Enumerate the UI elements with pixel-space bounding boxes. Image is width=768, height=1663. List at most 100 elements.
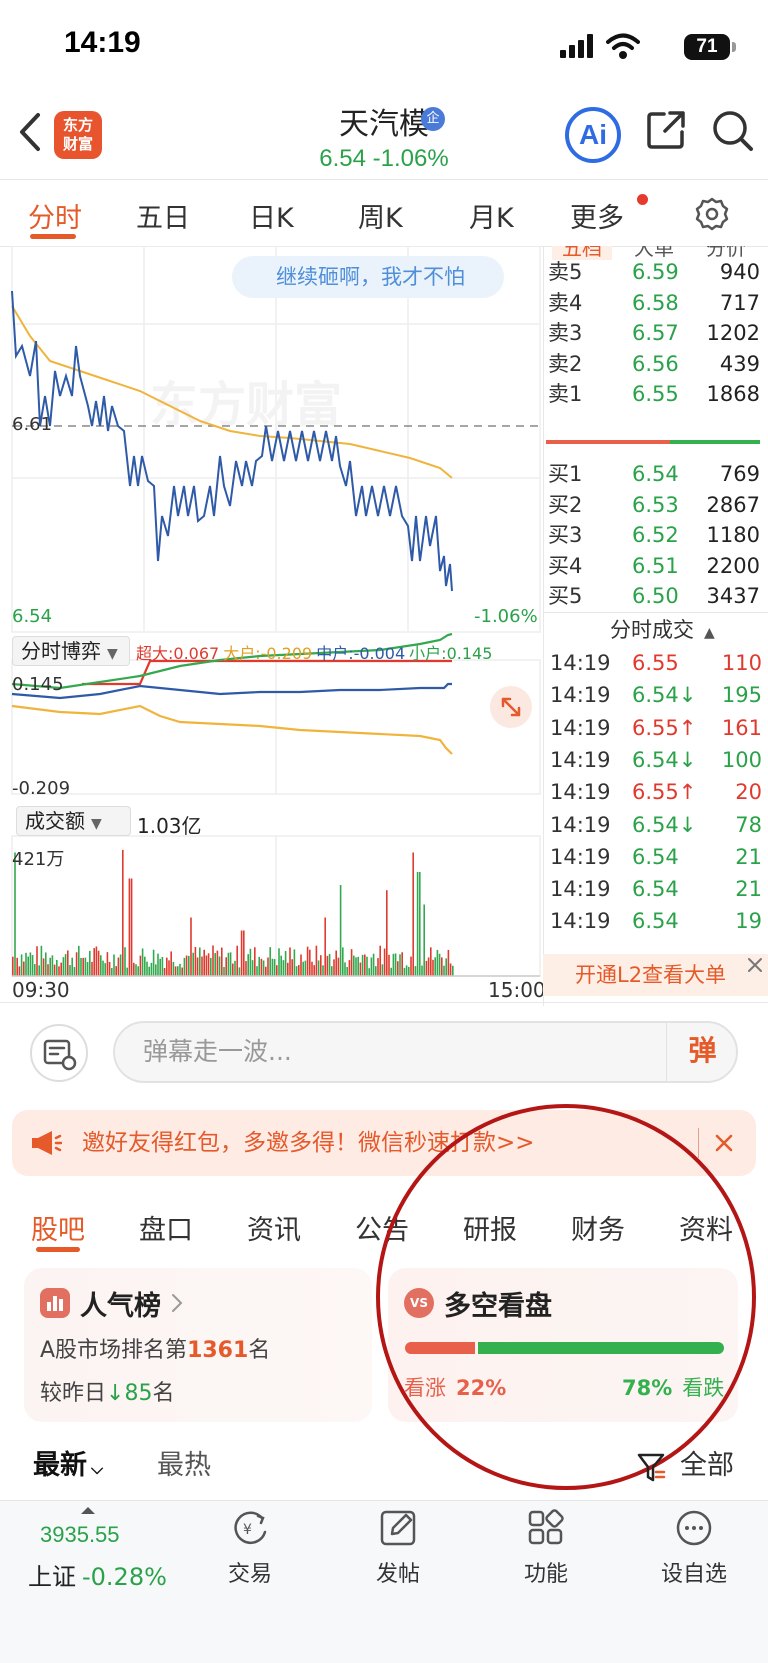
trade-row[interactable]: 14:19 6.54 19 <box>546 904 766 938</box>
functions-icon[interactable] <box>526 1508 566 1548</box>
volume-bar <box>113 954 115 976</box>
sell-row[interactable]: 卖5 6.59 940 <box>546 256 766 288</box>
ai-button[interactable]: Ai <box>565 107 621 163</box>
trade-row[interactable]: 14:19 6.55↑ 161 <box>546 711 766 745</box>
buy-level-label: 买4 <box>548 553 583 578</box>
gear-icon[interactable] <box>694 196 730 232</box>
volume-bar <box>337 957 340 976</box>
volume-bar <box>289 947 291 976</box>
volume-bar <box>139 955 142 976</box>
trades-title[interactable]: 分时成交 ▲ <box>610 614 715 644</box>
more-icon[interactable] <box>674 1508 714 1548</box>
volume-bar <box>441 957 443 976</box>
sell-row[interactable]: 卖4 6.58 717 <box>546 287 766 319</box>
volume-selector[interactable]: 成交额 ▼ <box>16 806 131 836</box>
nav-add-watchlist[interactable]: 设自选 <box>634 1556 754 1588</box>
volume-bar <box>278 948 280 976</box>
buy-row[interactable]: 买1 6.54 769 <box>546 458 766 490</box>
search-icon[interactable] <box>712 110 754 152</box>
tab-weekly-k[interactable]: 周K <box>358 196 403 235</box>
volume-bar <box>425 960 428 976</box>
danmu-input[interactable]: 弹幕走一波... <box>113 1021 738 1083</box>
volume-bar <box>49 957 51 976</box>
danmu-send-button[interactable]: 弹 <box>666 1021 738 1083</box>
trade-row[interactable]: 14:19 6.55↑ 20 <box>546 775 766 809</box>
buy-row[interactable]: 买3 6.52 1180 <box>546 519 766 551</box>
volume-bar <box>302 961 304 976</box>
nav-functions[interactable]: 功能 <box>486 1556 606 1588</box>
volume-bar <box>254 947 256 976</box>
volume-bar <box>69 965 71 976</box>
game-selector[interactable]: 分时博弈 ▼ <box>12 636 130 666</box>
volume-bar <box>82 957 84 976</box>
volume-bar <box>313 965 315 976</box>
super-large-value: 超大:0.067 <box>136 644 220 663</box>
buy-row[interactable]: 买4 6.51 2200 <box>546 550 766 582</box>
index-value[interactable]: 3935.55 <box>40 1522 120 1548</box>
trade-volume: 21 <box>735 844 762 869</box>
sell-row[interactable]: 卖3 6.57 1202 <box>546 317 766 349</box>
trade-volume: 78 <box>735 812 762 837</box>
tab-news[interactable]: 资讯 <box>247 1208 301 1247</box>
sell-row[interactable]: 卖1 6.55 1868 <box>546 378 766 410</box>
tab-guba[interactable]: 股吧 <box>31 1208 85 1247</box>
volume-bar <box>353 955 355 976</box>
tab-daily-k[interactable]: 日K <box>249 196 294 235</box>
nav-post[interactable]: 发帖 <box>338 1556 458 1588</box>
intraday-chart[interactable]: 东方财富 <box>0 246 545 1002</box>
nav-trade[interactable]: 交易 <box>190 1556 310 1588</box>
volume-bar <box>168 960 170 976</box>
volume-bar <box>56 959 58 976</box>
trade-row[interactable]: 14:19 6.54 21 <box>546 872 766 906</box>
sell-level-label: 卖3 <box>548 321 583 345</box>
volume-bar <box>243 930 245 976</box>
trade-volume: 20 <box>735 780 762 805</box>
tab-monthly-k[interactable]: 月K <box>469 196 514 235</box>
trade-row[interactable]: 14:19 6.54↓ 195 <box>546 678 766 712</box>
notification-dot <box>637 194 648 205</box>
trade-row[interactable]: 14:19 6.54↓ 78 <box>546 808 766 842</box>
filter-icon[interactable] <box>636 1452 666 1484</box>
sort-latest[interactable]: 最新 ⌵ <box>33 1443 103 1482</box>
volume-bar <box>324 917 326 976</box>
post-icon[interactable] <box>378 1508 418 1548</box>
tab-more[interactable]: 更多 <box>570 196 624 235</box>
volume-bar <box>152 949 155 976</box>
big-value: 大户:-0.209 <box>223 644 313 663</box>
buy-row[interactable]: 买2 6.53 2867 <box>546 489 766 521</box>
tab-intraday[interactable]: 分时 <box>28 196 82 235</box>
comment-bubble[interactable]: 继续砸啊，我才不怕 <box>232 256 504 298</box>
index-name-pct[interactable]: 上证 -0.28% <box>28 1557 167 1592</box>
close-icon[interactable] <box>746 956 764 974</box>
sell-price: 6.59 <box>632 260 679 284</box>
volume-bar <box>214 952 216 976</box>
danmu-settings-button[interactable] <box>30 1024 88 1082</box>
volume-bar <box>159 958 161 976</box>
tab-pankou[interactable]: 盘口 <box>139 1208 193 1247</box>
trade-row[interactable]: 14:19 6.55 110 <box>546 646 766 680</box>
trade-icon[interactable]: ¥ <box>230 1508 270 1548</box>
volume-bar <box>342 947 344 976</box>
wifi-icon <box>606 33 640 59</box>
game-top-value: 0.145 <box>12 674 64 695</box>
volume-bar <box>256 966 258 976</box>
buy-level-label: 买1 <box>548 462 583 486</box>
promo-close-icon[interactable] <box>714 1133 734 1153</box>
sell-row[interactable]: 卖2 6.56 439 <box>546 348 766 380</box>
time-end: 15:00 <box>488 978 546 1002</box>
share-icon[interactable] <box>646 110 686 150</box>
volume-bar <box>359 962 362 976</box>
expand-button[interactable] <box>490 686 532 728</box>
filter-all[interactable]: 全部 <box>680 1443 734 1482</box>
volume-bar <box>183 957 186 976</box>
tab-five-day[interactable]: 五日 <box>136 196 190 235</box>
l2-upgrade-banner[interactable]: 开通L2查看大单 <box>543 954 768 996</box>
volume-bar <box>309 949 311 976</box>
trade-row[interactable]: 14:19 6.54↓ 100 <box>546 743 766 777</box>
sort-hot[interactable]: 最热 <box>157 1443 211 1482</box>
chevron-right-icon <box>172 1294 183 1312</box>
volume-bar <box>111 968 113 976</box>
buy-row[interactable]: 买5 6.50 3437 <box>546 580 766 612</box>
trade-row[interactable]: 14:19 6.54 21 <box>546 840 766 874</box>
volume-bar <box>401 952 403 976</box>
